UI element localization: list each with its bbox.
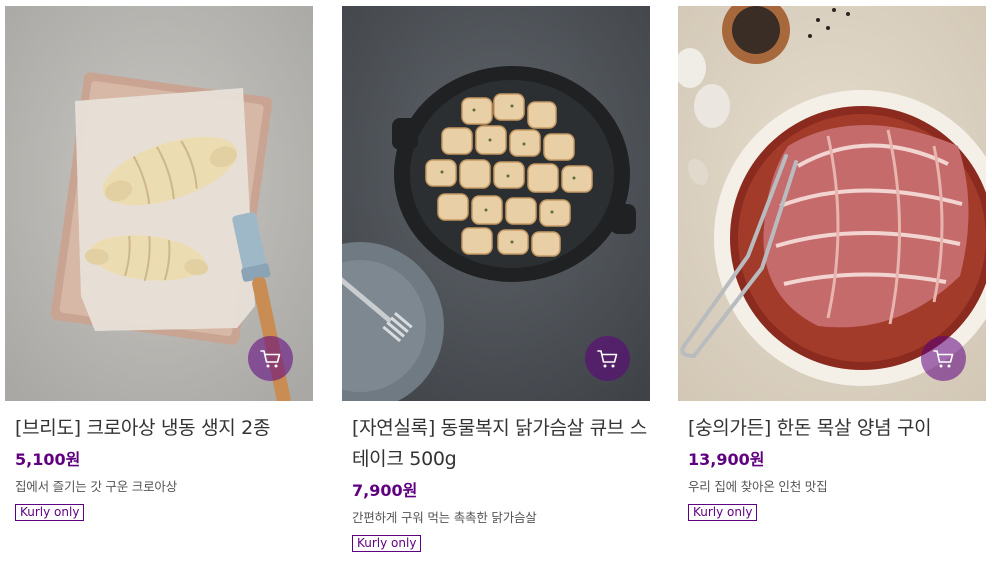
product-description: 집에서 즐기는 갓 구운 크로아상 [15,479,177,494]
add-to-cart-button[interactable] [921,336,966,381]
product-price: 5,100원 [15,450,81,469]
kurly-only-badge: Kurly only [15,504,85,521]
product-description: 우리 집에 찾아온 인천 맛집 [688,479,828,494]
product-name[interactable]: [자연실록] 동물복지 닭가슴살 큐브 스테이크 500g [352,413,650,475]
kurly-only-badge: Kurly only [688,504,758,521]
product-description: 간편하게 구워 먹는 촉촉한 닭가슴살 [352,510,537,525]
product-image[interactable] [5,6,313,401]
product-card[interactable]: [브리도] 크로아상 냉동 생지 2종 5,100원 집에서 즐기는 갓 구운 … [5,6,313,521]
add-to-cart-button[interactable] [585,336,630,381]
cart-icon [259,349,280,367]
product-card[interactable]: [숭의가든] 한돈 목살 양념 구이 13,900원 우리 집에 찾아온 인천 … [678,6,986,521]
product-name[interactable]: [숭의가든] 한돈 목살 양념 구이 [688,413,986,444]
kurly-only-badge: Kurly only [352,535,422,552]
add-to-cart-button[interactable] [248,336,293,381]
product-name[interactable]: [브리도] 크로아상 냉동 생지 2종 [15,413,313,444]
product-price: 7,900원 [352,481,418,500]
product-price: 13,900원 [688,450,765,469]
product-card[interactable]: [자연실록] 동물복지 닭가슴살 큐브 스테이크 500g 7,900원 간편하… [342,6,650,552]
product-image[interactable] [678,6,986,401]
product-image[interactable] [342,6,650,401]
cart-icon [596,349,617,367]
cart-icon [932,349,953,367]
